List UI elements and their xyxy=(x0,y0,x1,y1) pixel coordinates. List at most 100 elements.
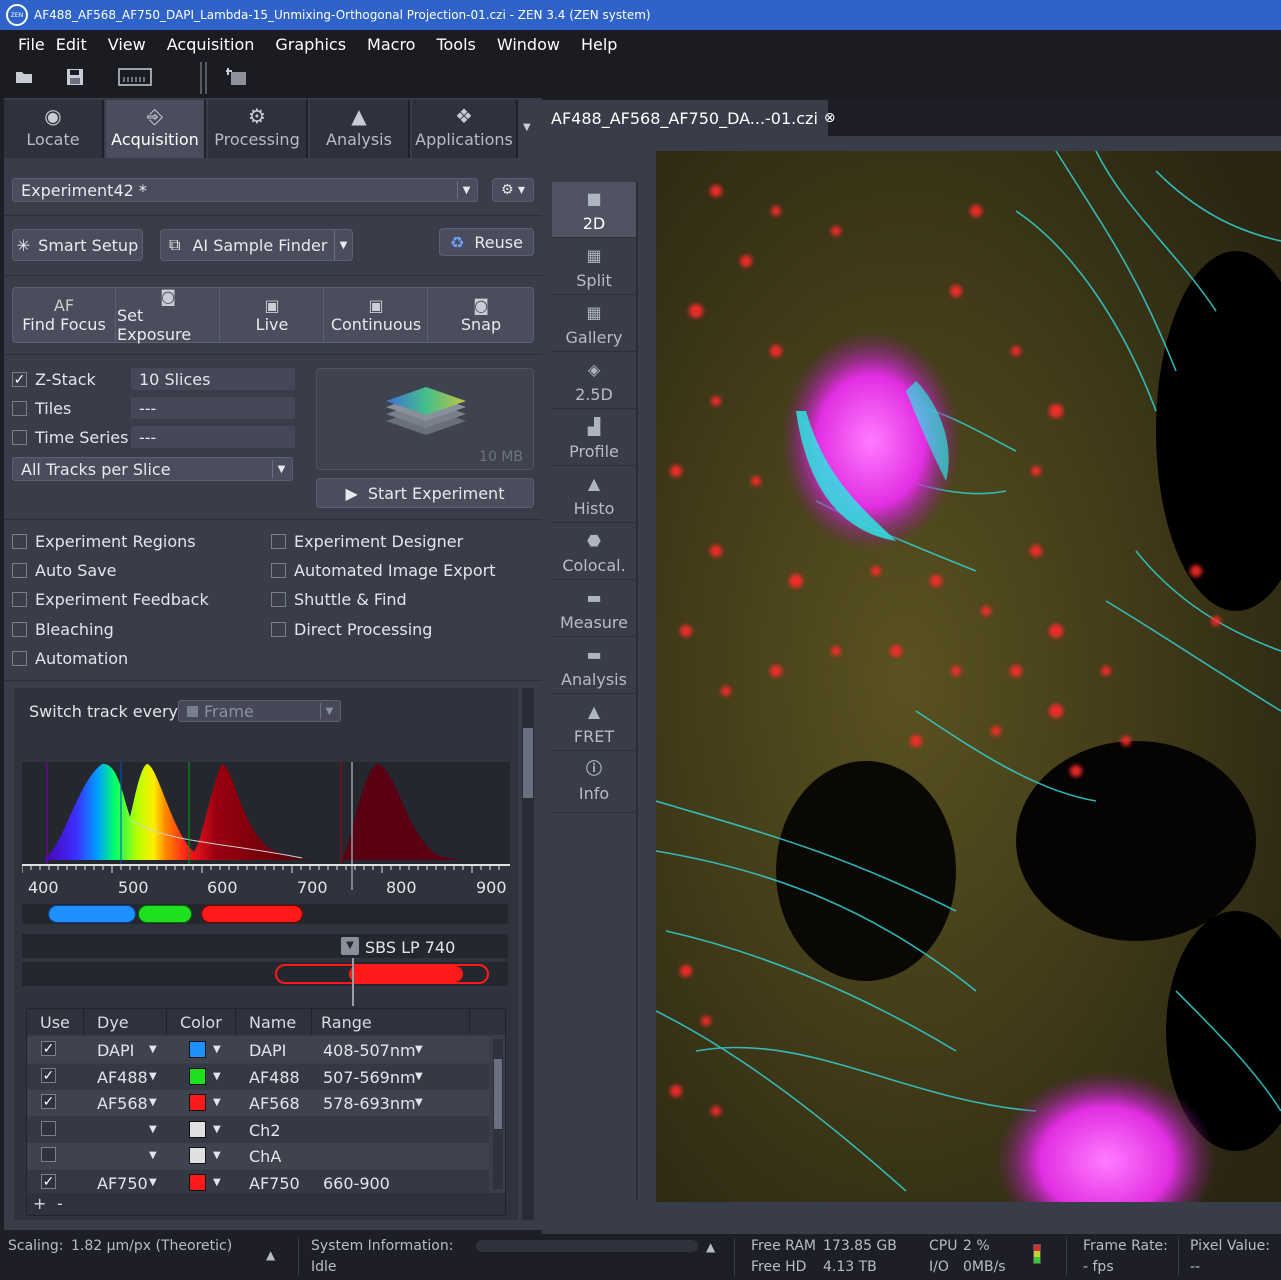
tabs-overflow-icon[interactable]: ▼ xyxy=(523,122,531,133)
header-dye[interactable]: Dye xyxy=(97,1013,129,1032)
table-row[interactable]: ▼ ▼ Ch2 xyxy=(27,1116,489,1143)
tiles-checkbox[interactable]: Tiles xyxy=(12,399,71,418)
menu-file[interactable]: File xyxy=(0,35,56,54)
view-2-5d-button[interactable]: ◈ 2.5D xyxy=(552,353,636,409)
document-tab[interactable]: AF488_AF568_AF750_DA...-01.czi ⊗ xyxy=(542,100,836,136)
header-color[interactable]: Color xyxy=(180,1013,222,1032)
view-gallery-button[interactable]: ▦ Gallery xyxy=(552,296,636,352)
menu-view[interactable]: View xyxy=(108,35,167,54)
menu-help[interactable]: Help xyxy=(581,35,638,54)
checkbox[interactable] xyxy=(271,563,286,578)
view-fret-button[interactable]: ▲ FRET xyxy=(552,695,636,751)
table-row[interactable]: ▼ ▼ ChA xyxy=(27,1143,489,1169)
zstack-checkbox[interactable]: ✓ Z-Stack xyxy=(12,370,96,389)
start-experiment-button[interactable]: ▶ Start Experiment xyxy=(316,478,534,508)
tab-locate[interactable]: ◉ Locate xyxy=(4,100,104,158)
ai-sample-finder-button[interactable]: ⧉ AI Sample Finder ▼ xyxy=(160,229,353,261)
tab-analysis[interactable]: ▲ Analysis xyxy=(310,100,410,158)
live-button[interactable]: ▣ Live xyxy=(221,288,324,342)
bleaching-checkbox[interactable]: Bleaching xyxy=(12,620,114,639)
tab-processing[interactable]: ⚙ Processing xyxy=(208,100,308,158)
direct-processing-checkbox[interactable]: Direct Processing xyxy=(271,620,432,639)
chevron-up-icon[interactable]: ▲ xyxy=(706,1240,715,1254)
auto-save-checkbox[interactable]: Auto Save xyxy=(12,561,117,580)
table-row[interactable]: ✓ AF750 ▼ ▼ AF750 660-900 xyxy=(27,1169,489,1196)
range-value[interactable]: 507-569nm xyxy=(323,1068,416,1087)
menu-tools[interactable]: Tools xyxy=(436,35,496,54)
table-scrollbar[interactable] xyxy=(493,1039,503,1189)
automation-checkbox[interactable]: Automation xyxy=(12,649,128,668)
find-focus-button[interactable]: AF Find Focus xyxy=(13,288,116,342)
range-value[interactable]: 660-900 xyxy=(323,1174,390,1193)
chevron-down-icon[interactable]: ▼ xyxy=(213,1044,221,1055)
table-row[interactable]: ✓ AF568 ▼ ▼ AF568 578-693nm ▼ xyxy=(27,1090,489,1116)
dye-value[interactable]: AF488 xyxy=(97,1068,148,1087)
emission-spectrum[interactable] xyxy=(22,762,510,890)
channel-name[interactable]: AF750 xyxy=(249,1174,300,1193)
chevron-down-icon[interactable]: ▼ xyxy=(334,230,352,260)
dapi-range-slider[interactable] xyxy=(48,905,136,923)
use-checkbox[interactable]: ✓ xyxy=(41,1067,56,1083)
snap-button[interactable]: ◙ Snap xyxy=(429,288,533,342)
tab-applications[interactable]: ❖ Applications xyxy=(412,100,518,158)
channel-name[interactable]: AF488 xyxy=(249,1068,300,1087)
checkbox[interactable]: ✓ xyxy=(12,372,27,388)
chevron-up-icon[interactable]: ▲ xyxy=(266,1248,275,1262)
header-range[interactable]: Range xyxy=(321,1013,372,1032)
checkbox[interactable] xyxy=(12,651,27,666)
channel-name[interactable]: DAPI xyxy=(249,1041,286,1060)
menu-acquisition[interactable]: Acquisition xyxy=(167,35,276,54)
view-histo-button[interactable]: ▲ Histo xyxy=(552,467,636,523)
checkbox[interactable] xyxy=(12,534,27,549)
color-swatch[interactable] xyxy=(189,1041,206,1058)
chevron-down-icon[interactable]: ▼ xyxy=(149,1124,157,1135)
dye-value[interactable]: DAPI xyxy=(97,1041,134,1060)
channel-name[interactable]: AF568 xyxy=(249,1094,300,1113)
use-checkbox[interactable] xyxy=(41,1147,56,1162)
color-swatch[interactable] xyxy=(189,1094,206,1111)
checkbox[interactable] xyxy=(271,622,286,637)
checkbox[interactable] xyxy=(12,401,27,416)
chevron-down-icon[interactable]: ▼ xyxy=(213,1177,221,1188)
use-checkbox[interactable]: ✓ xyxy=(41,1094,56,1109)
menu-macro[interactable]: Macro xyxy=(367,35,436,54)
tab-acquisition[interactable]: ⎆ Acquisition xyxy=(106,100,206,158)
view-2d-button[interactable]: ■ 2D xyxy=(552,182,636,238)
af750-range-slider[interactable] xyxy=(349,966,463,982)
table-row[interactable]: ✓ AF488 ▼ ▼ AF488 507-569nm ▼ xyxy=(27,1063,489,1090)
view-split-button[interactable]: ▦ Split xyxy=(552,239,636,295)
chevron-down-icon[interactable]: ▼ xyxy=(415,1044,423,1055)
tracks-mode-selector[interactable]: All Tracks per Slice ▼ xyxy=(12,457,293,481)
view-profile-button[interactable]: ▟ Profile xyxy=(552,410,636,466)
af488-range-slider[interactable] xyxy=(138,905,192,923)
chevron-down-icon[interactable]: ▼ xyxy=(149,1177,157,1188)
save-icon[interactable] xyxy=(66,68,84,86)
checkbox[interactable] xyxy=(12,622,27,637)
chevron-down-icon[interactable]: ▼ xyxy=(149,1150,157,1161)
color-swatch[interactable] xyxy=(189,1067,206,1085)
microscopy-image[interactable] xyxy=(656,151,1281,1202)
remove-channel-button[interactable]: - xyxy=(57,1194,63,1213)
channel-name[interactable]: Ch2 xyxy=(249,1121,281,1140)
chevron-down-icon[interactable]: ▼ xyxy=(213,1124,221,1135)
menu-edit[interactable]: Edit xyxy=(56,35,108,54)
close-icon[interactable]: ⊗ xyxy=(824,110,836,126)
switch-track-selector[interactable]: Frame ▼ xyxy=(178,700,341,722)
zen-logo-icon[interactable]: ZEN xyxy=(6,4,28,26)
checkbox[interactable] xyxy=(271,592,286,607)
view-measure-button[interactable]: ▬ Measure xyxy=(552,581,636,637)
view-colocal-button[interactable]: ⬣ Colocal. xyxy=(552,524,636,580)
smart-setup-button[interactable]: ✳ Smart Setup xyxy=(12,229,143,261)
experiment-regions-checkbox[interactable]: Experiment Regions xyxy=(12,532,196,551)
range-value[interactable]: 578-693nm xyxy=(323,1094,416,1113)
chevron-down-icon[interactable]: ▼ xyxy=(213,1071,221,1082)
chevron-down-icon[interactable]: ▼ xyxy=(213,1097,221,1108)
color-swatch[interactable] xyxy=(189,1120,206,1138)
experiment-feedback-checkbox[interactable]: Experiment Feedback xyxy=(12,590,209,609)
header-name[interactable]: Name xyxy=(249,1013,296,1032)
time-series-checkbox[interactable]: Time Series xyxy=(12,428,128,447)
menu-window[interactable]: Window xyxy=(497,35,581,54)
chevron-down-icon[interactable]: ▼ xyxy=(149,1097,157,1108)
scale-bar-icon[interactable] xyxy=(118,67,152,87)
af568-range-slider[interactable] xyxy=(201,905,303,923)
